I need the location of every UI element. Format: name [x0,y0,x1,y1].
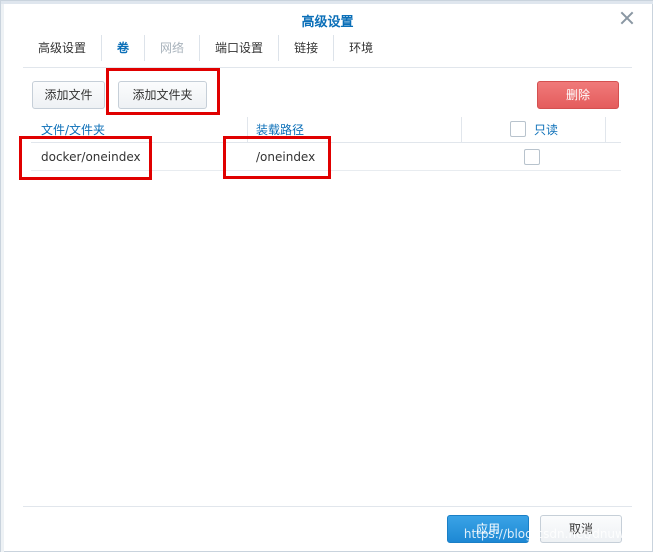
table-header: 文件/文件夹 装载路径 只读 [31,117,621,143]
tab-port-settings[interactable]: 端口设置 [200,35,280,61]
delete-button[interactable]: 删除 [537,81,619,109]
read-only-checkbox[interactable] [524,149,540,165]
table-row[interactable]: docker/oneindex /oneindex [31,143,621,171]
volume-table: 文件/文件夹 装载路径 只读 docker/oneindex /oneindex [31,117,621,171]
dialog-top-border [1,1,653,4]
advanced-settings-dialog: 高级设置 高级设置 卷 网络 端口设置 链接 环境 添加文件 添加文件夹 删除 … [0,0,653,552]
header-file-folder[interactable]: 文件/文件夹 [41,117,105,143]
dialog-title: 高级设置 [301,15,354,30]
tab-advanced-settings[interactable]: 高级设置 [23,35,103,61]
cell-file-folder: docker/oneindex [41,150,141,164]
read-only-select-all-checkbox[interactable] [510,121,526,137]
tab-links[interactable]: 链接 [279,35,335,61]
footer-divider [23,506,632,507]
add-folder-button[interactable]: 添加文件夹 [118,81,207,109]
column-separator [461,117,462,143]
header-mount-path[interactable]: 装载路径 [256,117,304,143]
tab-volume[interactable]: 卷 [102,35,146,61]
tab-environment[interactable]: 环境 [334,35,388,61]
close-icon[interactable] [620,11,634,25]
tab-divider [23,67,632,68]
column-separator [605,117,606,143]
tab-bar: 高级设置 卷 网络 端口设置 链接 环境 [23,35,388,63]
tab-network[interactable]: 网络 [145,35,201,61]
header-read-only[interactable]: 只读 [534,117,558,143]
page-edge [1,1,4,552]
add-file-button[interactable]: 添加文件 [32,81,105,109]
column-separator [247,117,248,143]
cell-mount-path: /oneindex [256,150,316,164]
cancel-button[interactable]: 取消 [540,515,622,543]
apply-button[interactable]: 应用 [447,515,529,543]
